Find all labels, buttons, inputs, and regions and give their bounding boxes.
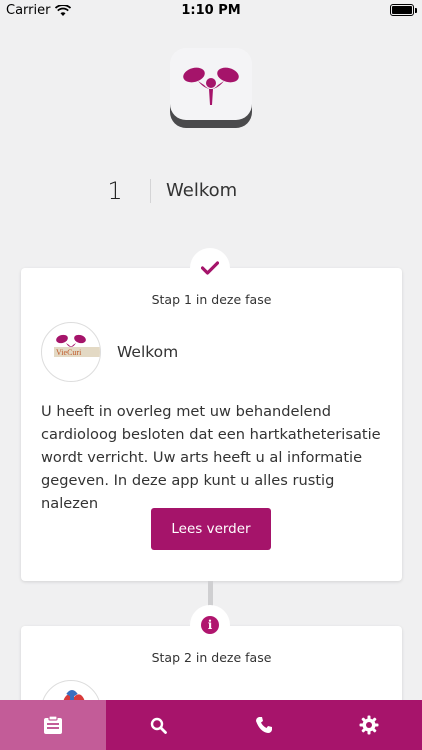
check-icon [201,261,219,275]
card-title: Welkom [117,343,179,361]
search-icon [150,717,167,734]
step-card-1[interactable]: Stap 1 in deze fase VieCuri Welkom U hee… [21,268,402,581]
nav-tab-phone[interactable] [211,700,317,750]
phase-header: 1 Welkom [0,175,422,207]
app-logo [170,48,252,128]
clipboard-icon [43,715,62,734]
nav-tab-search[interactable] [106,700,212,750]
step-status-badge-1 [190,248,230,288]
step-status-badge-2: i [190,605,230,645]
viecuri-avatar-logo: VieCuri [54,334,100,357]
viecuri-logo-icon [183,67,239,105]
phone-icon [255,717,272,733]
status-bar: Carrier 1:10 PM [0,0,422,22]
status-time: 1:10 PM [181,3,241,18]
phase-number: 1 [107,177,123,205]
phase-divider [150,179,151,203]
step-label: Stap 2 in deze fase [151,650,272,665]
gear-icon [359,715,379,735]
card-body-text: U heeft in overleg met uw behandelend ca… [41,403,381,512]
info-icon: i [201,616,219,634]
avatar-text: VieCuri [56,348,82,357]
avatar: VieCuri [41,322,101,382]
nav-tab-settings[interactable] [317,700,422,750]
bottom-nav [0,700,422,750]
read-more-button[interactable]: Lees verder [151,508,271,550]
phase-title: Welkom [166,180,238,201]
nav-tab-overview[interactable] [0,700,106,750]
battery-icon [390,4,417,16]
step-label: Stap 1 in deze fase [151,292,272,307]
